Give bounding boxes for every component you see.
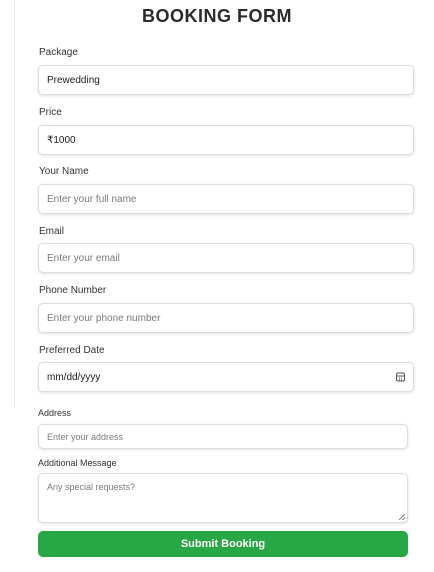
left-divider (14, 0, 15, 408)
message-textarea[interactable]: Any special requests? (38, 473, 408, 523)
price-field[interactable]: ₹1000 (38, 125, 414, 155)
email-field[interactable]: Enter your email (38, 243, 414, 273)
phone-placeholder: Enter your phone number (47, 312, 161, 324)
package-field[interactable]: Prewedding (38, 65, 414, 95)
date-placeholder: mm/dd/yyyy (47, 371, 101, 383)
address-placeholder: Enter your address (47, 431, 124, 442)
phone-label: Phone Number (39, 285, 107, 296)
calendar-icon[interactable] (396, 372, 405, 382)
package-value: Prewedding (47, 74, 100, 86)
name-placeholder: Enter your full name (47, 193, 137, 205)
address-label: Address (38, 408, 72, 418)
price-value: ₹1000 (47, 134, 76, 146)
name-field[interactable]: Enter your full name (38, 184, 414, 214)
price-label: Price (39, 107, 62, 118)
name-label: Your Name (39, 166, 89, 177)
message-placeholder: Any special requests? (47, 482, 136, 492)
email-label: Email (39, 226, 65, 237)
email-placeholder: Enter your email (47, 252, 120, 264)
message-label: Additional Message (38, 458, 117, 468)
submit-booking-button[interactable]: Submit Booking (38, 531, 408, 557)
resize-handle-icon[interactable] (399, 514, 405, 520)
page-title: BOOKING FORM (142, 6, 292, 26)
package-label: Package (39, 47, 78, 58)
address-field[interactable]: Enter your address (38, 424, 408, 449)
date-field[interactable]: mm/dd/yyyy (38, 362, 414, 392)
date-label: Preferred Date (39, 345, 105, 356)
phone-field[interactable]: Enter your phone number (38, 303, 414, 333)
